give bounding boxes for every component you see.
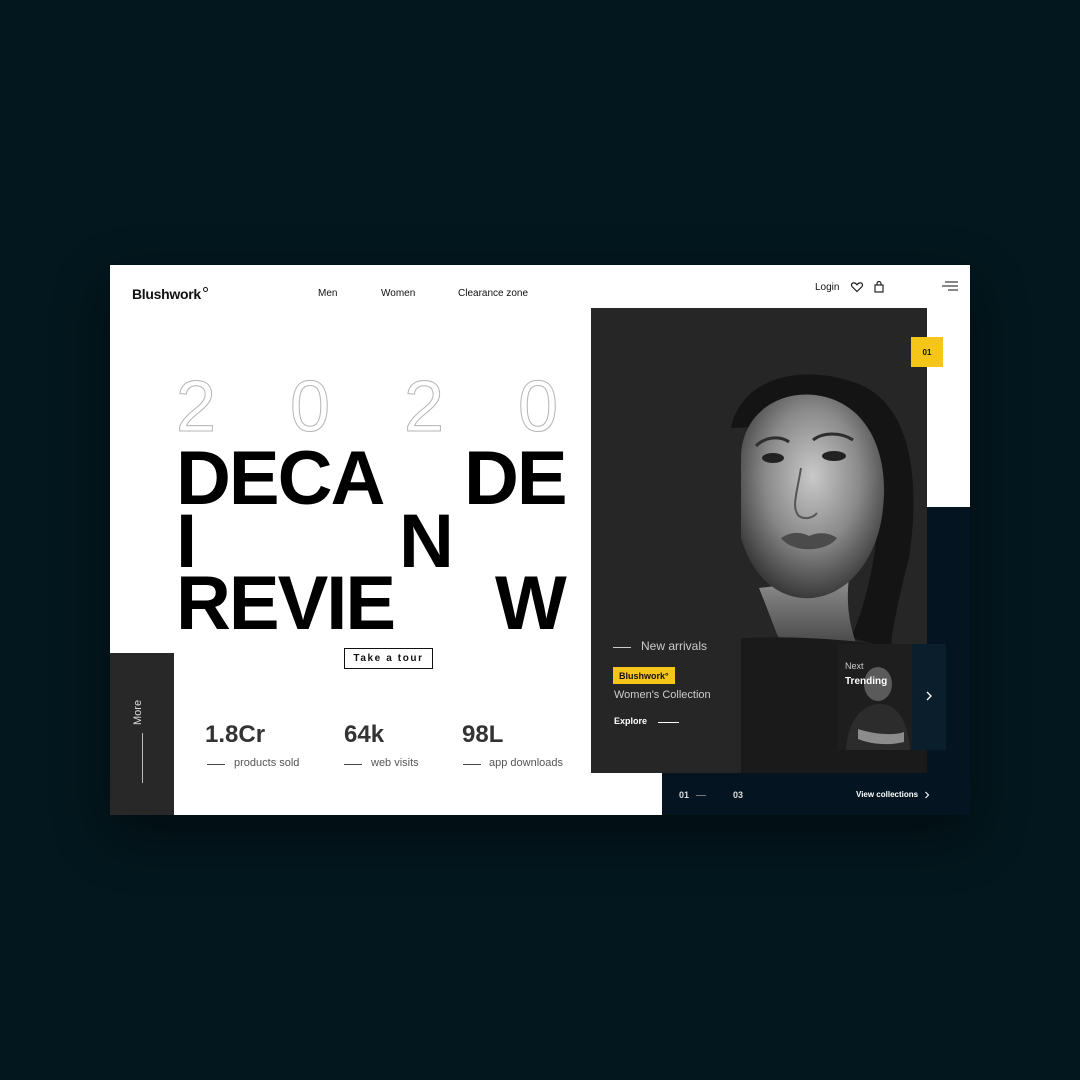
next-thumbnail (838, 644, 912, 750)
heart-icon[interactable] (850, 280, 864, 294)
year-digit: 2 (176, 368, 216, 434)
bag-icon[interactable] (872, 280, 886, 294)
stat-dash (463, 764, 481, 765)
next-label: Next (845, 661, 864, 671)
year-digit: 2 (404, 368, 444, 434)
brand-tag: Blushwork° (613, 667, 675, 684)
menu-icon[interactable] (942, 279, 958, 291)
stat-dash (207, 764, 225, 765)
new-arrivals-label: New arrivals (641, 639, 708, 653)
stat-dash (344, 764, 362, 765)
stat-label: products sold (234, 757, 300, 769)
headline-word: DECA (176, 436, 385, 521)
headline-word: REVIE (176, 561, 396, 646)
brand-logo-text: Blushwork (132, 286, 201, 302)
pager-progress-line (696, 795, 706, 796)
login-link[interactable]: Login (815, 282, 839, 293)
year-outline: 2 0 2 0 (176, 368, 559, 434)
landing-card: Blushwork Men Women Clearance zone Login… (110, 265, 970, 815)
next-title: Trending (845, 676, 888, 687)
chevron-right-icon (926, 691, 932, 701)
nav-women[interactable]: Women (381, 288, 415, 299)
stat-value: 98L (462, 721, 504, 748)
stat-value: 64k (344, 721, 385, 748)
view-collections-link[interactable]: View collections (856, 790, 930, 799)
nav-clearance-zone[interactable]: Clearance zone (458, 288, 528, 299)
stat-value: 1.8Cr (205, 721, 266, 748)
next-slide-card[interactable]: Next Trending (838, 644, 912, 750)
chevron-right-icon (925, 791, 930, 799)
pager-current: 01 (679, 790, 690, 800)
collection-title: Women's Collection (614, 689, 711, 701)
view-collections-label: View collections (856, 790, 919, 799)
more-panel[interactable]: More (110, 653, 174, 815)
stat-label: app downloads (489, 757, 564, 769)
brand-logo[interactable]: Blushwork (132, 286, 208, 302)
stat-label: web visits (371, 757, 419, 769)
take-a-tour-button[interactable]: Take a tour (344, 648, 433, 669)
year-digit: 0 (290, 368, 330, 434)
slide-number-badge: 01 (911, 337, 943, 367)
logo-dot-icon (202, 287, 208, 292)
explore-underline (658, 722, 679, 723)
next-slide-button[interactable] (912, 644, 946, 750)
pager-total: 03 (733, 790, 744, 800)
headline-word: N (399, 499, 454, 584)
more-label: More (132, 699, 144, 725)
nav-men[interactable]: Men (318, 288, 337, 299)
headline-word: W (495, 561, 567, 646)
arrivals-dash (613, 647, 631, 648)
year-digit: 0 (518, 368, 558, 434)
explore-link[interactable]: Explore (614, 716, 647, 726)
headline-word: DE (464, 436, 568, 521)
more-divider (142, 733, 143, 783)
